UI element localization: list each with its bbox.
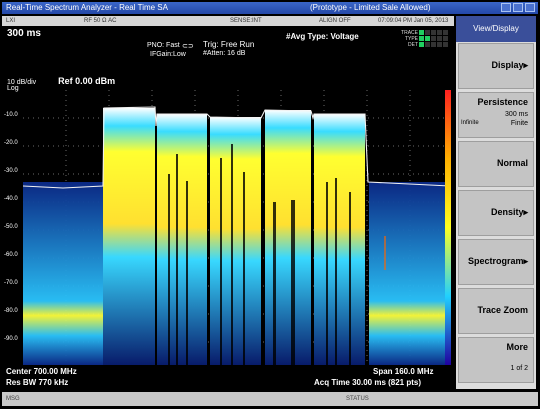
trace-cell: [419, 30, 424, 36]
more-key[interactable]: More 1 of 2: [458, 337, 534, 383]
signal-band-4: [265, 110, 311, 365]
density-key-label: Density▸: [490, 207, 528, 217]
trace-cell: [437, 30, 442, 36]
resolution-bandwidth: Res BW 770 kHz: [6, 378, 69, 387]
minimize-button[interactable]: [501, 3, 511, 12]
sense-indicator: SENSE:INT: [230, 18, 262, 24]
close-button[interactable]: [525, 3, 535, 12]
y-label: -10.0: [4, 112, 18, 118]
maximize-button[interactable]: [513, 3, 523, 12]
window-controls: [501, 3, 535, 12]
message-status-bar: MSG STATUS: [2, 392, 538, 406]
datetime: 07:09:04 PM Jan 05, 2013: [378, 18, 449, 24]
persistence-infinite: Infinite: [461, 120, 479, 126]
y-label: -30.0: [4, 168, 18, 174]
status-row: LXI RF 50 Ω AC SENSE:INT ALIGN OFF 07:09…: [2, 16, 454, 26]
signal-band-5: [314, 114, 365, 365]
trace-cell: [437, 36, 442, 42]
ifgain-label: IFGain:Low: [150, 51, 186, 58]
lxi-indicator: LXI: [6, 18, 16, 24]
trace-cell: [443, 30, 448, 36]
pno-label: PNO: Fast: [147, 42, 180, 49]
left-noise-floor: [23, 182, 104, 365]
reference-row: 10 dB/div Ref 0.00 dBm: [7, 76, 115, 86]
y-label: -70.0: [4, 280, 18, 286]
y-label: -50.0: [4, 224, 18, 230]
acq-time-display: 300 ms: [2, 27, 88, 41]
span: Span 160.0 MHz: [373, 367, 434, 376]
menu-title: View/Display: [456, 16, 536, 42]
spectrum-plot[interactable]: [23, 90, 450, 365]
analyzer-window: Real-Time Spectrum Analyzer - Real Time …: [0, 0, 540, 409]
normal-key-label: Normal: [496, 158, 528, 168]
persistence-key[interactable]: Persistence 300 ms Finite Infinite: [458, 92, 534, 138]
title-bar: Real-Time Spectrum Analyzer - Real Time …: [2, 2, 538, 14]
reference-level: Ref 0.00 dBm: [58, 76, 116, 86]
display-key[interactable]: Display▸: [458, 43, 534, 89]
right-noise-floor: [369, 182, 450, 365]
display-key-label: Display▸: [491, 60, 528, 70]
y-axis: -10.0 -20.0 -30.0 -40.0 -50.0 -60.0 -70.…: [2, 90, 22, 365]
softkey-menu: View/Display Display▸ Persistence 300 ms…: [456, 16, 536, 389]
spectrogram-key-label: Spectrogram▸: [467, 256, 528, 266]
input-icon: ⊂⊃: [182, 43, 194, 50]
persistence-key-label: Persistence: [477, 97, 528, 107]
trace-indicator: TRACE TYPE DET: [398, 30, 454, 48]
signal-band-3: [210, 117, 261, 365]
density-key[interactable]: Density▸: [458, 190, 534, 236]
more-page-indicator: 1 of 2: [510, 365, 528, 372]
acquisition-time: Acq Time 30.00 ms (821 pts): [314, 378, 422, 387]
y-label: -80.0: [4, 308, 18, 314]
trace-cell: [437, 42, 442, 48]
trace-cell: [443, 36, 448, 42]
y-label: -20.0: [4, 140, 18, 146]
trace-cell: [425, 30, 430, 36]
rf-input-indicator: RF 50 Ω AC: [84, 18, 117, 24]
trace-zoom-key[interactable]: Trace Zoom: [458, 288, 534, 334]
trace-cell: [431, 30, 436, 36]
trace-cell: [419, 42, 424, 48]
more-key-label: More: [506, 342, 528, 352]
trace-cell: [419, 36, 424, 42]
persistence-time: 300 ms: [505, 111, 528, 118]
trace-cell: [443, 42, 448, 48]
status-label: STATUS: [346, 396, 369, 402]
avg-type-label: #Avg Type: Voltage: [286, 32, 359, 41]
trigger-label: Trig: Free Run: [203, 40, 255, 49]
trace-cell: [431, 36, 436, 42]
spectrogram-key[interactable]: Spectrogram▸: [458, 239, 534, 285]
atten-label: #Atten: 16 dB: [203, 50, 246, 57]
spectrum-density-svg: [23, 90, 450, 365]
window-title: Real-Time Spectrum Analyzer - Real Time …: [6, 3, 168, 12]
trace-zoom-key-label: Trace Zoom: [477, 305, 528, 315]
center-frequency: Center 700.00 MHz: [6, 367, 77, 376]
trace-cell: [425, 36, 430, 42]
y-label: -40.0: [4, 196, 18, 202]
align-indicator: ALIGN OFF: [319, 18, 351, 24]
signal-band-2: [157, 114, 207, 365]
message-label: MSG: [6, 396, 20, 402]
trace-cell: [425, 42, 430, 48]
persistence-finite: Finite: [510, 120, 528, 127]
window-status: (Prototype - Limited Sale Allowed): [310, 3, 431, 12]
normal-key[interactable]: Normal: [458, 141, 534, 187]
trace-label-3: DET: [408, 42, 418, 48]
signal-band-1: [103, 108, 155, 365]
density-color-scale: [445, 90, 451, 365]
trace-cell: [431, 42, 436, 48]
y-label: -90.0: [4, 336, 18, 342]
y-label: -60.0: [4, 252, 18, 258]
